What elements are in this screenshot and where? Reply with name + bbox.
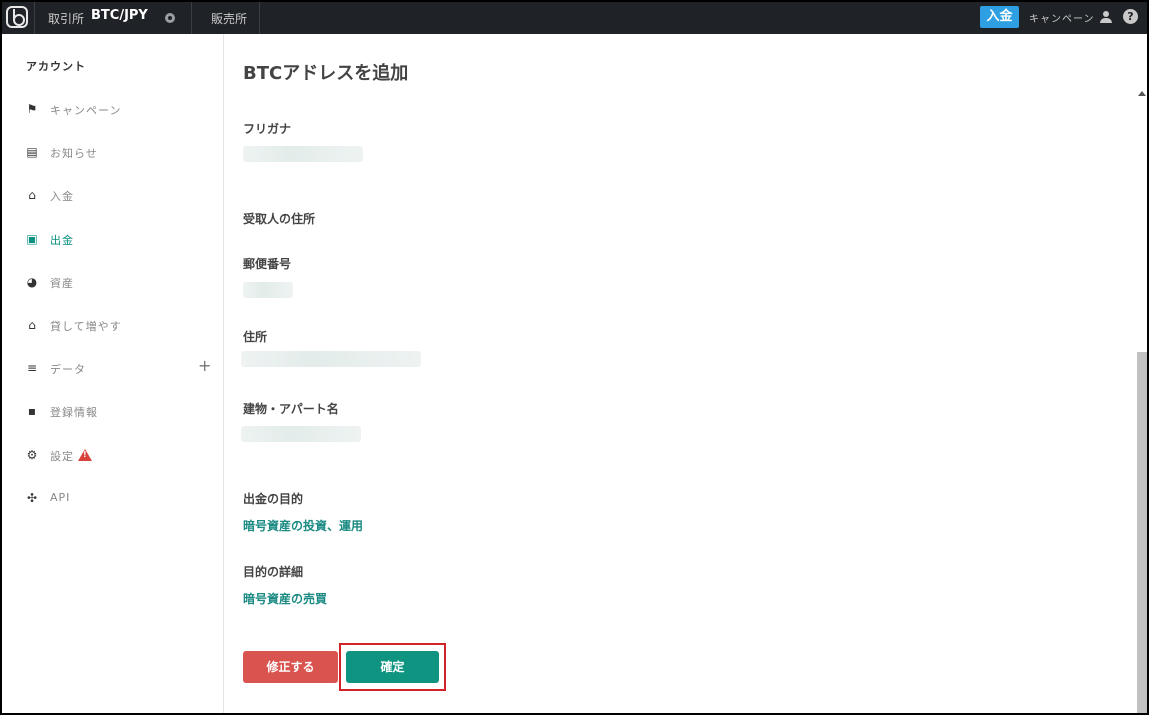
api-icon: ✣ (26, 491, 39, 505)
purpose-detail-label: 目的の詳細 (243, 565, 304, 579)
address-label: 住所 (243, 330, 268, 344)
sidebar-item-label: 資産 (50, 277, 74, 290)
sidebar-item-label: 入金 (50, 190, 74, 203)
id-badge-icon: ▪ (27, 404, 38, 418)
sidebar-item-registration[interactable]: ▪ 登録情報 (26, 402, 216, 422)
scroll-up-arrow-icon[interactable] (1138, 91, 1146, 96)
main-content: BTCアドレスを追加 フリガナ 受取人の住所 郵便番号 住所 建物・アパート名 … (225, 34, 1135, 713)
sidebar-item-label: お知らせ (50, 147, 98, 160)
pie-chart-icon: ◕ (26, 275, 39, 289)
postal-code-value-redacted (243, 282, 293, 298)
top-bar: 取引所 BTC/JPY 販売所 入金 キャンペーン ? (2, 2, 1147, 34)
exchange-label[interactable]: 取引所 (48, 10, 84, 27)
sidebar-heading: アカウント (26, 60, 86, 73)
help-icon[interactable]: ? (1123, 9, 1138, 24)
sidebar-item-label: キャンペーン (50, 104, 122, 117)
scrollbar-thumb[interactable] (1137, 352, 1147, 713)
gear-icon: ⚙ (26, 448, 39, 462)
sidebar-item-campaign[interactable]: ⚑ キャンペーン (26, 100, 216, 120)
user-icon[interactable] (1100, 11, 1112, 23)
expand-icon[interactable]: + (198, 356, 212, 375)
sidebar-item-withdraw[interactable]: ▣ 出金 (26, 230, 216, 250)
purpose-label: 出金の目的 (243, 492, 304, 506)
database-icon: ≡ (26, 361, 39, 375)
app-window: 取引所 BTC/JPY 販売所 入金 キャンペーン ? アカウント ⚑ キャンペ… (0, 0, 1149, 715)
recipient-address-label: 受取人の住所 (243, 212, 316, 226)
purpose-value: 暗号資産の投資、運用 (243, 519, 364, 533)
sidebar-item-label: データ (50, 363, 86, 376)
edit-button[interactable]: 修正する (243, 651, 338, 683)
campaign-link[interactable]: キャンペーン (1029, 10, 1095, 25)
divider (259, 2, 260, 34)
divider (34, 2, 35, 34)
chevron-down-icon[interactable] (165, 13, 175, 23)
wallet-icon: ▣ (26, 232, 39, 246)
building-value-redacted (241, 426, 361, 442)
warning-icon (78, 449, 92, 461)
flag-icon: ⚑ (26, 102, 39, 116)
sidebar-item-assets[interactable]: ◕ 資産 (26, 273, 216, 293)
furigana-label: フリガナ (243, 122, 292, 136)
building-label: 建物・アパート名 (243, 402, 339, 416)
pair-selector[interactable]: BTC/JPY (91, 8, 148, 23)
message-icon: ▤ (26, 145, 39, 159)
bank-icon: ⌂ (28, 188, 37, 202)
sidebar-item-deposit[interactable]: ⌂ 入金 (26, 186, 216, 206)
page-title: BTCアドレスを追加 (243, 63, 409, 84)
sales-link[interactable]: 販売所 (211, 10, 247, 27)
purpose-detail-value: 暗号資産の売買 (243, 592, 328, 606)
address-value-redacted (241, 351, 421, 367)
sidebar-item-label: 設定 (50, 450, 74, 463)
sidebar-item-lending[interactable]: ⌂ 貸して増やす (26, 316, 216, 336)
deposit-button[interactable]: 入金 (980, 6, 1019, 28)
scrollbar[interactable] (1135, 34, 1147, 713)
sidebar-item-label: API (50, 491, 71, 504)
confirm-button[interactable]: 確定 (346, 651, 439, 683)
sidebar: アカウント ⚑ キャンペーン ▤ お知らせ ⌂ 入金 ▣ 出金 ◕ 資産 ⌂ 貸… (2, 34, 224, 713)
sidebar-item-settings[interactable]: ⚙ 設定 (26, 446, 216, 466)
sidebar-item-news[interactable]: ▤ お知らせ (26, 143, 216, 163)
sidebar-item-label: 貸して増やす (50, 320, 122, 333)
bank-icon: ⌂ (28, 318, 37, 332)
postal-code-label: 郵便番号 (243, 257, 292, 271)
sidebar-item-label: 出金 (50, 234, 74, 247)
divider (191, 2, 192, 34)
sidebar-item-api[interactable]: ✣ API (26, 489, 216, 509)
logo-icon[interactable] (6, 6, 28, 28)
furigana-value-redacted (243, 146, 363, 162)
sidebar-item-data[interactable]: ≡ データ + (26, 356, 216, 379)
sidebar-item-label: 登録情報 (50, 406, 98, 419)
